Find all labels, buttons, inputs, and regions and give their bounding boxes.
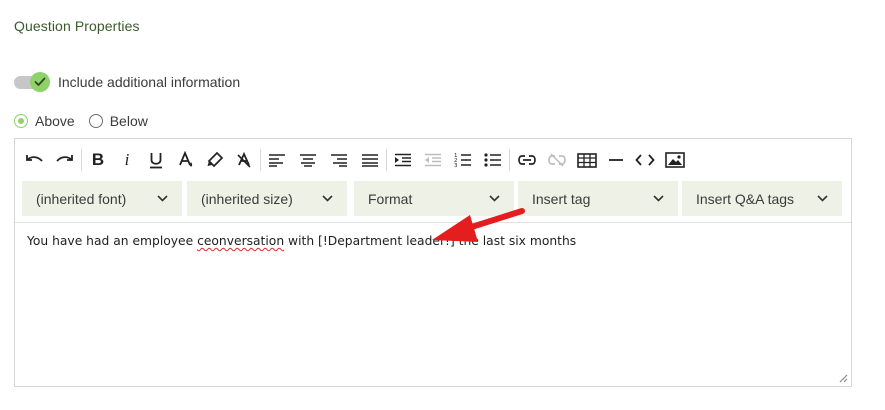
toolbar-separator xyxy=(386,149,387,171)
rich-text-editor: B i 1 2 3 (inherited font) (inherited si… xyxy=(14,138,852,387)
editor-content-area[interactable]: You have had an employee ceonversation w… xyxy=(15,222,851,386)
chevron-down-icon xyxy=(322,195,333,202)
clear-format-icon[interactable] xyxy=(233,148,255,172)
checkmark-icon xyxy=(34,77,46,86)
bulleted-list-icon[interactable] xyxy=(482,148,504,172)
chevron-down-icon xyxy=(489,195,500,202)
size-dropdown-label: (inherited size) xyxy=(201,190,293,207)
toggle-knob xyxy=(30,72,50,92)
toolbar-separator xyxy=(509,149,510,171)
include-info-toggle[interactable] xyxy=(14,72,50,92)
editor-text-before: You have had an employee xyxy=(27,234,198,248)
redo-icon[interactable] xyxy=(52,148,76,172)
unlink-icon[interactable] xyxy=(545,148,569,172)
justify-icon[interactable] xyxy=(359,148,381,172)
highlight-icon[interactable] xyxy=(204,148,226,172)
toolbar-separator xyxy=(260,149,261,171)
chevron-down-icon xyxy=(157,195,168,202)
editor-text[interactable]: You have had an employee ceonversation w… xyxy=(27,234,576,248)
editor-toolbar: B i 1 2 3 xyxy=(23,148,687,172)
underline-icon[interactable] xyxy=(145,148,167,172)
outdent-icon[interactable] xyxy=(422,148,444,172)
position-radio-group: Above Below xyxy=(14,113,162,129)
format-dropdown-label: Format xyxy=(368,190,413,207)
include-info-label: Include additional information xyxy=(58,74,241,90)
chevron-down-icon xyxy=(817,195,828,202)
numbered-list-icon[interactable]: 123 xyxy=(452,148,474,172)
include-info-row: Include additional information xyxy=(14,72,240,92)
section-title: Question Properties xyxy=(14,18,140,34)
radio-above[interactable]: Above xyxy=(14,113,75,129)
misspelled-word: ceonversation xyxy=(197,234,285,248)
insert-tag-dropdown[interactable]: Insert tag xyxy=(518,181,678,216)
editor-text-after: with [!Department leader!] the last six … xyxy=(284,234,577,248)
svg-text:3: 3 xyxy=(454,163,458,168)
insert-qa-tags-dropdown[interactable]: Insert Q&A tags xyxy=(682,181,842,216)
insert-qa-tags-dropdown-label: Insert Q&A tags xyxy=(696,190,795,207)
link-icon[interactable] xyxy=(515,148,539,172)
source-code-icon[interactable] xyxy=(633,148,657,172)
table-icon[interactable] xyxy=(575,148,599,172)
radio-below[interactable]: Below xyxy=(88,113,148,129)
indent-icon[interactable] xyxy=(392,148,414,172)
radio-above-indicator xyxy=(14,114,28,128)
radio-above-label: Above xyxy=(35,113,75,129)
undo-icon[interactable] xyxy=(23,148,47,172)
align-left-icon[interactable] xyxy=(266,148,288,172)
resize-handle-icon[interactable] xyxy=(838,373,848,383)
insert-tag-dropdown-label: Insert tag xyxy=(532,190,591,207)
radio-below-indicator xyxy=(88,114,103,128)
size-dropdown[interactable]: (inherited size) xyxy=(187,181,347,216)
bold-icon[interactable]: B xyxy=(87,148,109,172)
format-dropdown[interactable]: Format xyxy=(354,181,514,216)
italic-icon[interactable]: i xyxy=(116,148,138,172)
toolbar-separator xyxy=(81,149,82,171)
align-right-icon[interactable] xyxy=(328,148,350,172)
horizontal-rule-icon[interactable] xyxy=(605,148,627,172)
chevron-down-icon xyxy=(653,195,664,202)
image-icon[interactable] xyxy=(663,148,687,172)
align-center-icon[interactable] xyxy=(297,148,319,172)
font-dropdown-label: (inherited font) xyxy=(36,190,127,207)
text-color-icon[interactable] xyxy=(175,148,197,172)
radio-below-label: Below xyxy=(109,113,148,129)
font-dropdown[interactable]: (inherited font) xyxy=(22,181,182,216)
